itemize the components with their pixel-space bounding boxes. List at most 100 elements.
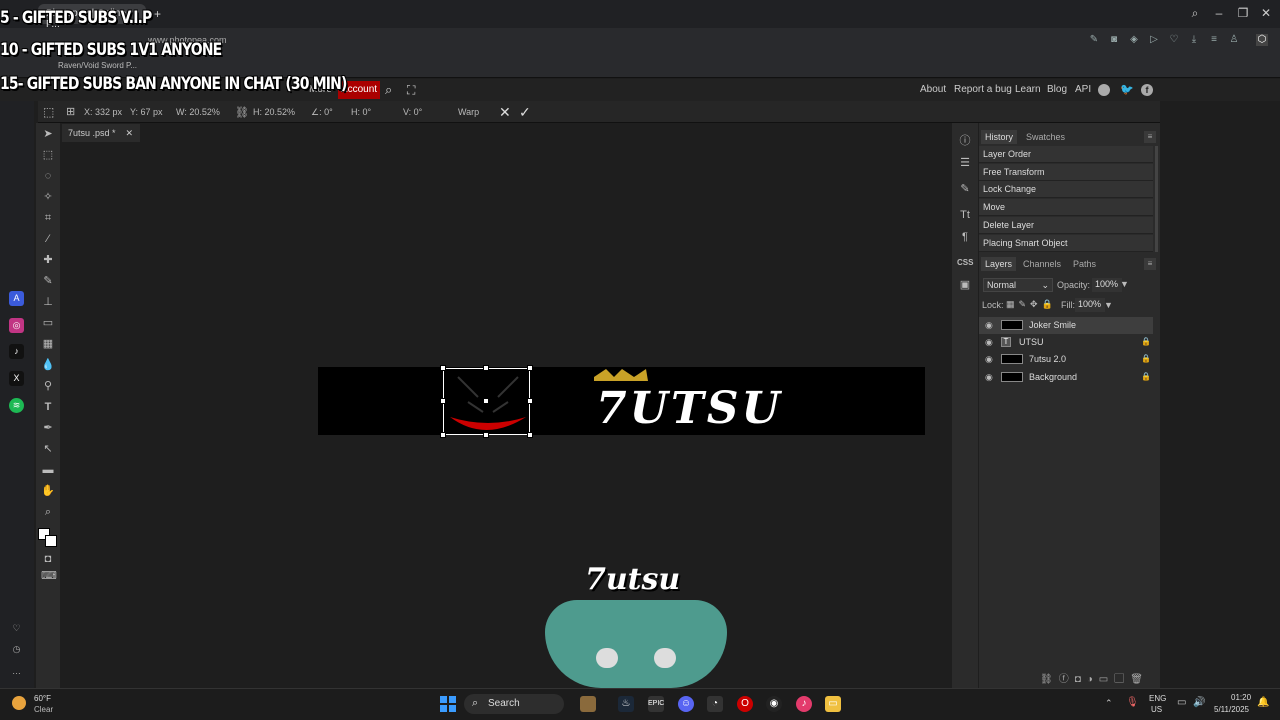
history-scrollbar[interactable] — [1155, 146, 1158, 252]
spotify-icon[interactable]: ≋ — [9, 398, 24, 413]
zoom-tool-icon[interactable]: ⌕ — [41, 505, 55, 519]
app-icon[interactable]: ◔ — [707, 696, 723, 712]
volume-icon[interactable]: 🔊 — [1193, 697, 1205, 708]
background-color-swatch[interactable] — [45, 535, 57, 547]
language-primary[interactable]: ENG — [1149, 694, 1166, 703]
lasso-tool-icon[interactable]: ◌ — [41, 169, 55, 183]
lock-icons[interactable]: ▦✎✥🔒 — [1006, 299, 1057, 310]
clock-time[interactable]: 01:20 — [1231, 693, 1251, 702]
menu-about[interactable]: About — [920, 84, 946, 95]
download-icon[interactable]: ⤓ — [1188, 34, 1200, 46]
css-icon[interactable]: CSS — [957, 255, 973, 271]
keyboard-icon[interactable]: ⌨ — [41, 569, 57, 583]
tiktok-icon[interactable]: ♪ — [9, 344, 24, 359]
height-field[interactable]: H: 20.52% — [253, 107, 295, 117]
hand-tool-icon[interactable]: ✋ — [41, 484, 55, 498]
app-icon[interactable]: A — [9, 291, 24, 306]
magic-wand-icon[interactable]: ✧ — [41, 190, 55, 204]
menu-api[interactable]: API — [1075, 84, 1091, 95]
history-item[interactable]: Free Transform — [979, 164, 1153, 181]
transform-handle[interactable] — [483, 365, 489, 371]
layer-row[interactable]: ◉ Background 🔒 — [979, 369, 1153, 386]
extension-icon[interactable]: ⬡ — [1256, 34, 1268, 46]
eye-icon[interactable]: ◉ — [985, 320, 995, 330]
opacity-dropdown-icon[interactable]: ▼ — [1120, 279, 1129, 289]
angle-field[interactable]: ∠: 0° — [311, 107, 333, 118]
network-icon[interactable]: ▭ — [1177, 697, 1186, 708]
heart-icon[interactable]: ♡ — [1168, 34, 1180, 46]
blend-mode-select[interactable]: Normal ⌄ — [983, 278, 1053, 292]
crop-tool-icon[interactable]: ⌗ — [41, 211, 55, 225]
paragraph-icon[interactable]: ¶ — [957, 229, 973, 245]
character-icon[interactable]: Tt — [957, 207, 973, 223]
edit-icon[interactable]: ✎ — [1088, 34, 1100, 46]
transform-handle[interactable] — [440, 365, 446, 371]
more-icon[interactable]: … — [9, 664, 24, 679]
play-icon[interactable]: ▷ — [1148, 34, 1160, 46]
discord-icon[interactable]: ☺ — [678, 696, 694, 712]
clock-date[interactable]: 5/11/2025 — [1214, 705, 1249, 714]
maximize-icon[interactable]: ❐ — [1235, 6, 1251, 20]
shape-tool-icon[interactable]: ▬ — [41, 463, 55, 477]
transform-handle[interactable] — [483, 398, 489, 404]
stamp-tool-icon[interactable]: ⊥ — [41, 295, 55, 309]
layer-row[interactable]: ◉ T UTSU 🔒 — [979, 334, 1153, 351]
eye-icon[interactable]: ◉ — [985, 354, 995, 364]
path-select-icon[interactable]: ↖ — [41, 442, 55, 456]
file-thumbnail-icon[interactable] — [580, 696, 596, 712]
eraser-tool-icon[interactable]: ▭ — [41, 316, 55, 330]
close-doc-icon[interactable]: ✕ — [126, 128, 134, 138]
x-field[interactable]: X: 332 px — [84, 107, 122, 117]
fill-dropdown-icon[interactable]: ▼ — [1104, 300, 1113, 310]
tab-layers[interactable]: Layers — [981, 257, 1017, 271]
taskbar-search[interactable]: Search — [464, 694, 564, 714]
tray-chevron-icon[interactable]: ⌃ — [1105, 698, 1113, 709]
brush-settings-icon[interactable]: ✎ — [957, 181, 973, 197]
search-icon[interactable]: ⌕ — [385, 82, 392, 98]
menu-learn[interactable]: Learn — [1015, 84, 1041, 95]
transform-tool-icon[interactable]: ⬚ — [43, 105, 54, 119]
layer-action-icons[interactable]: ⛓ⓕ◘◑▭▢🗑 — [1040, 670, 1149, 685]
opacity-field[interactable]: 100% — [1092, 278, 1122, 292]
banner-canvas[interactable]: 7UTSU — [318, 367, 925, 435]
steam-icon[interactable]: ♨ — [618, 696, 634, 712]
move-tool-icon[interactable]: ➤ — [41, 127, 55, 141]
healing-tool-icon[interactable]: ✚ — [41, 253, 55, 267]
twitter-icon[interactable]: 🐦 — [1120, 83, 1134, 96]
tab-paths[interactable]: Paths — [1073, 259, 1096, 269]
link-icon[interactable]: ⛓ — [235, 106, 249, 119]
heart-icon[interactable]: ♡ — [9, 621, 24, 636]
x-icon[interactable]: X — [9, 371, 24, 386]
weather-icon[interactable] — [12, 696, 26, 710]
history-item[interactable]: Layer Order — [979, 146, 1153, 163]
lock-icon[interactable]: 🔒 — [1141, 372, 1151, 381]
tab-history[interactable]: History — [981, 130, 1018, 144]
layer-row[interactable]: ◉ 7utsu 2.0 🔒 — [979, 351, 1153, 368]
history-item[interactable]: Placing Smart Object — [979, 235, 1153, 252]
obs-icon[interactable]: ◉ — [766, 696, 782, 712]
new-tab-button[interactable]: + — [154, 7, 161, 21]
marquee-tool-icon[interactable]: ⬚ — [41, 148, 55, 162]
cancel-transform-icon[interactable]: ✕ — [499, 104, 511, 121]
menu-icon[interactable]: ≡ — [1208, 34, 1220, 46]
history-item[interactable]: Lock Change — [979, 181, 1153, 198]
transform-handle[interactable] — [527, 365, 533, 371]
eye-icon[interactable]: ◉ — [985, 372, 995, 382]
close-window-icon[interactable]: ✕ — [1258, 6, 1274, 20]
menu-report-bug[interactable]: Report a bug — [954, 84, 1012, 95]
width-field[interactable]: W: 20.52% — [176, 107, 220, 117]
dodge-tool-icon[interactable]: ⚲ — [41, 379, 55, 393]
camera-icon[interactable]: ◙ — [1108, 34, 1120, 46]
facebook-icon[interactable]: f — [1141, 84, 1153, 96]
hskew-field[interactable]: H: 0° — [351, 107, 371, 117]
type-tool-icon[interactable]: T — [41, 400, 55, 414]
clock-icon[interactable]: ◷ — [9, 642, 24, 657]
lock-icon[interactable]: 🔒 — [1141, 337, 1151, 346]
transform-handle[interactable] — [483, 432, 489, 438]
music-icon[interactable]: ♪ — [796, 696, 812, 712]
instagram-icon[interactable]: ◎ — [9, 318, 24, 333]
file-explorer-icon[interactable]: ▭ — [825, 696, 841, 712]
info-icon[interactable]: ⓘ — [957, 133, 973, 149]
bookmark-item[interactable]: Raven/Void Sword P... — [58, 61, 137, 70]
image-icon[interactable]: ▣ — [957, 277, 973, 293]
